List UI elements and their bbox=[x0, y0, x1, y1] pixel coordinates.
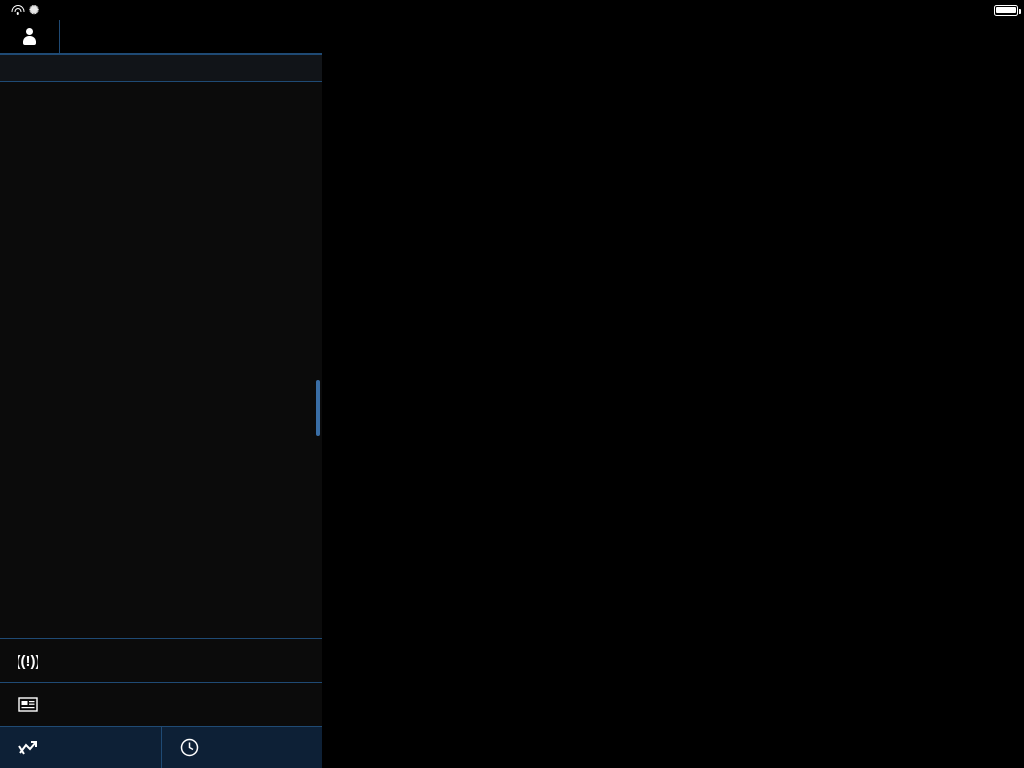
sidebar-action-buttons bbox=[0, 726, 322, 768]
chart-grid bbox=[330, 216, 1024, 768]
sidebar: ((!)) bbox=[0, 20, 322, 768]
status-left: ✺ bbox=[6, 4, 39, 16]
status-right bbox=[990, 5, 1018, 16]
status-bar: ✺ bbox=[0, 0, 1024, 20]
sidebar-item-price-alerts[interactable]: ((!)) bbox=[0, 638, 322, 682]
news-icon bbox=[18, 695, 38, 715]
price-alert-icon: ((!)) bbox=[18, 651, 38, 671]
tab-bar bbox=[0, 54, 322, 82]
person-icon bbox=[23, 28, 36, 45]
svg-text:((!)): ((!)) bbox=[18, 653, 38, 670]
scrollbar-thumb[interactable] bbox=[316, 380, 320, 436]
sidebar-actions: ((!)) bbox=[0, 638, 322, 768]
clock-icon bbox=[180, 738, 200, 758]
trade-arrow-icon bbox=[18, 738, 38, 758]
new-order-button[interactable] bbox=[161, 727, 323, 768]
rate-tile-grid bbox=[330, 28, 1024, 210]
sidebar-item-news[interactable] bbox=[0, 682, 322, 726]
account-avatar-button[interactable] bbox=[0, 20, 60, 54]
battery-icon bbox=[994, 5, 1018, 16]
trading-app: ✺ ((!)) bbox=[0, 0, 1024, 768]
account-header[interactable] bbox=[0, 20, 322, 54]
wifi-icon bbox=[11, 5, 24, 15]
sync-icon: ✺ bbox=[29, 4, 39, 16]
new-trade-button[interactable] bbox=[0, 727, 161, 768]
main-panel bbox=[322, 20, 1024, 768]
